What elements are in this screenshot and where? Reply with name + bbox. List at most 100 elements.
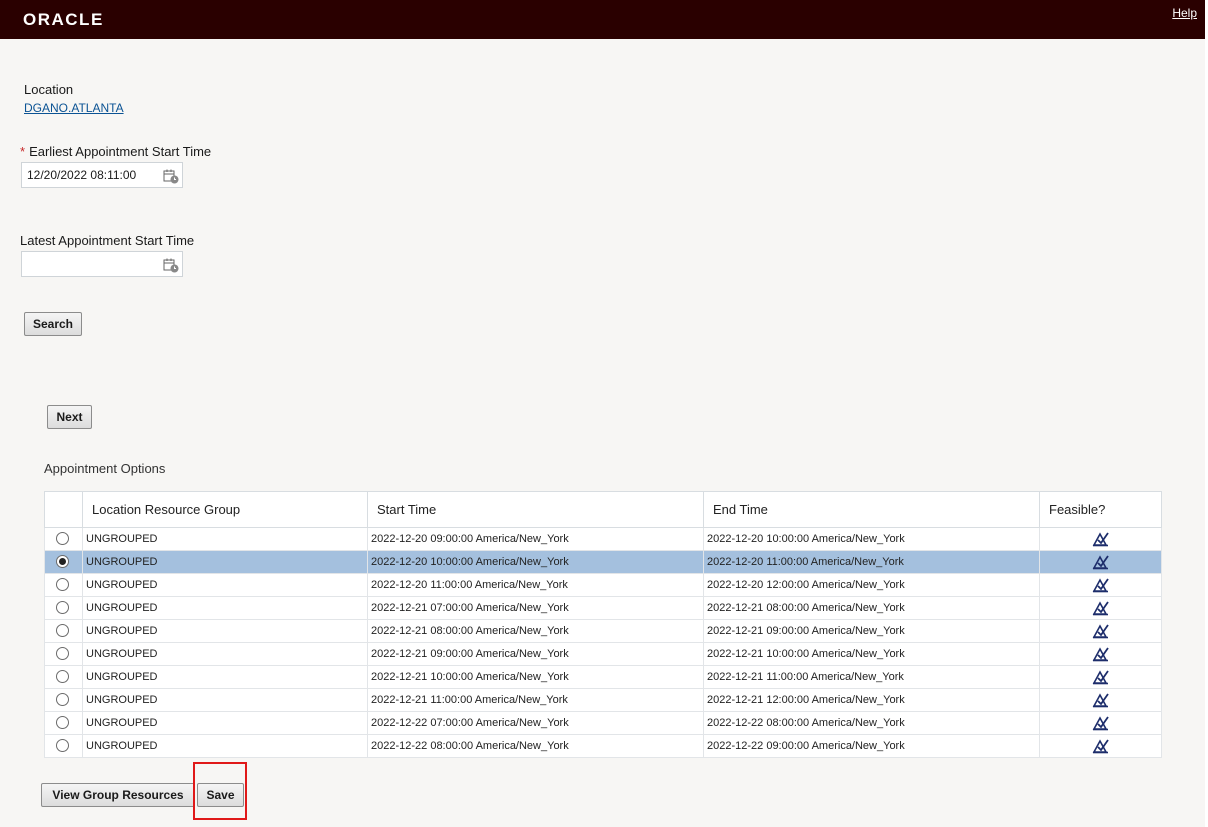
column-header-start[interactable]: Start Time	[367, 491, 704, 528]
end-time-cell: 2022-12-21 12:00:00 America/New_York	[703, 688, 1040, 712]
column-header-select	[44, 491, 83, 528]
table-row[interactable]: UNGROUPED 2022-12-21 09:00:00 America/New…	[44, 642, 1162, 666]
start-time-cell: 2022-12-22 08:00:00 America/New_York	[367, 734, 704, 758]
feasible-cell	[1039, 527, 1162, 551]
row-radio-button[interactable]	[56, 601, 69, 614]
group-cell: UNGROUPED	[82, 642, 368, 666]
latest-start-label: Latest Appointment Start Time	[20, 233, 195, 248]
end-time-cell: 2022-12-21 10:00:00 America/New_York	[703, 642, 1040, 666]
earliest-start-input[interactable]	[22, 163, 167, 187]
latest-start-field[interactable]	[21, 251, 183, 277]
table-row[interactable]: UNGROUPED 2022-12-21 07:00:00 America/New…	[44, 596, 1162, 620]
start-time-cell: 2022-12-21 09:00:00 America/New_York	[367, 642, 704, 666]
end-time-cell: 2022-12-20 10:00:00 America/New_York	[703, 527, 1040, 551]
end-time-cell: 2022-12-21 09:00:00 America/New_York	[703, 619, 1040, 643]
group-cell: UNGROUPED	[82, 527, 368, 551]
start-time-cell: 2022-12-21 11:00:00 America/New_York	[367, 688, 704, 712]
oracle-logo: ORACLE	[23, 10, 104, 29]
group-cell: UNGROUPED	[82, 665, 368, 689]
feasible-check-icon	[1092, 624, 1109, 639]
row-radio-button[interactable]	[56, 693, 69, 706]
row-radio-button[interactable]	[56, 739, 69, 752]
group-cell: UNGROUPED	[82, 573, 368, 597]
row-radio-button[interactable]	[56, 578, 69, 591]
row-radio-button[interactable]	[56, 670, 69, 683]
start-time-cell: 2022-12-21 10:00:00 America/New_York	[367, 665, 704, 689]
top-header-bar: ORACLE Help	[0, 0, 1205, 39]
row-radio-button[interactable]	[56, 532, 69, 545]
column-header-group[interactable]: Location Resource Group	[82, 491, 368, 528]
earliest-start-field[interactable]	[21, 162, 183, 188]
end-time-cell: 2022-12-21 11:00:00 America/New_York	[703, 665, 1040, 689]
feasible-check-icon	[1092, 555, 1109, 570]
table-row[interactable]: UNGROUPED 2022-12-22 08:00:00 America/New…	[44, 734, 1162, 758]
feasible-cell	[1039, 688, 1162, 712]
row-select-cell[interactable]	[44, 596, 83, 620]
table-row[interactable]: UNGROUPED 2022-12-20 11:00:00 America/New…	[44, 573, 1162, 597]
next-button[interactable]: Next	[47, 405, 92, 429]
feasible-cell	[1039, 619, 1162, 643]
table-row[interactable]: UNGROUPED 2022-12-21 08:00:00 America/New…	[44, 619, 1162, 643]
end-time-cell: 2022-12-21 08:00:00 America/New_York	[703, 596, 1040, 620]
feasible-check-icon	[1092, 716, 1109, 731]
group-cell: UNGROUPED	[82, 550, 368, 574]
row-select-cell[interactable]	[44, 550, 83, 574]
row-select-cell[interactable]	[44, 665, 83, 689]
required-marker: *	[20, 144, 26, 159]
row-select-cell[interactable]	[44, 527, 83, 551]
row-radio-button[interactable]	[56, 647, 69, 660]
earliest-start-label: * Earliest Appointment Start Time	[20, 144, 211, 159]
table-row[interactable]: UNGROUPED 2022-12-21 11:00:00 America/New…	[44, 688, 1162, 712]
column-header-feasible[interactable]: Feasible?	[1039, 491, 1162, 528]
start-time-cell: 2022-12-21 08:00:00 America/New_York	[367, 619, 704, 643]
row-radio-button[interactable]	[56, 624, 69, 637]
feasible-cell	[1039, 550, 1162, 574]
row-select-cell[interactable]	[44, 711, 83, 735]
table-row[interactable]: UNGROUPED 2022-12-20 10:00:00 America/New…	[44, 550, 1162, 574]
feasible-cell	[1039, 573, 1162, 597]
search-button[interactable]: Search	[24, 312, 82, 336]
latest-start-input[interactable]	[22, 252, 167, 276]
earliest-start-label-text: Earliest Appointment Start Time	[29, 144, 212, 159]
appointment-options-table: Location Resource Group Start Time End T…	[44, 491, 1162, 758]
end-time-cell: 2022-12-20 12:00:00 America/New_York	[703, 573, 1040, 597]
calendar-clock-icon[interactable]	[163, 168, 179, 184]
row-select-cell[interactable]	[44, 734, 83, 758]
save-highlight-box	[193, 762, 247, 820]
view-group-resources-button[interactable]: View Group Resources	[41, 783, 195, 807]
row-radio-button[interactable]	[56, 555, 69, 568]
group-cell: UNGROUPED	[82, 619, 368, 643]
group-cell: UNGROUPED	[82, 596, 368, 620]
group-cell: UNGROUPED	[82, 734, 368, 758]
help-link[interactable]: Help	[1172, 6, 1197, 20]
end-time-cell: 2022-12-20 11:00:00 America/New_York	[703, 550, 1040, 574]
feasible-check-icon	[1092, 601, 1109, 616]
feasible-check-icon	[1092, 647, 1109, 662]
feasible-check-icon	[1092, 532, 1109, 547]
column-header-end[interactable]: End Time	[703, 491, 1040, 528]
row-select-cell[interactable]	[44, 573, 83, 597]
location-link[interactable]: DGANO.ATLANTA	[24, 101, 124, 115]
row-select-cell[interactable]	[44, 642, 83, 666]
feasible-cell	[1039, 711, 1162, 735]
feasible-cell	[1039, 734, 1162, 758]
feasible-cell	[1039, 596, 1162, 620]
appointment-options-title: Appointment Options	[44, 461, 166, 476]
table-row[interactable]: UNGROUPED 2022-12-20 09:00:00 America/New…	[44, 527, 1162, 551]
row-radio-button[interactable]	[56, 716, 69, 729]
table-row[interactable]: UNGROUPED 2022-12-21 10:00:00 America/New…	[44, 665, 1162, 689]
table-row[interactable]: UNGROUPED 2022-12-22 07:00:00 America/New…	[44, 711, 1162, 735]
feasible-check-icon	[1092, 739, 1109, 754]
end-time-cell: 2022-12-22 08:00:00 America/New_York	[703, 711, 1040, 735]
feasible-check-icon	[1092, 578, 1109, 593]
table-header-row: Location Resource Group Start Time End T…	[44, 491, 1162, 528]
calendar-clock-icon[interactable]	[163, 257, 179, 273]
feasible-check-icon	[1092, 670, 1109, 685]
start-time-cell: 2022-12-22 07:00:00 America/New_York	[367, 711, 704, 735]
start-time-cell: 2022-12-20 11:00:00 America/New_York	[367, 573, 704, 597]
location-label: Location	[24, 82, 74, 97]
start-time-cell: 2022-12-20 10:00:00 America/New_York	[367, 550, 704, 574]
row-select-cell[interactable]	[44, 688, 83, 712]
group-cell: UNGROUPED	[82, 688, 368, 712]
row-select-cell[interactable]	[44, 619, 83, 643]
